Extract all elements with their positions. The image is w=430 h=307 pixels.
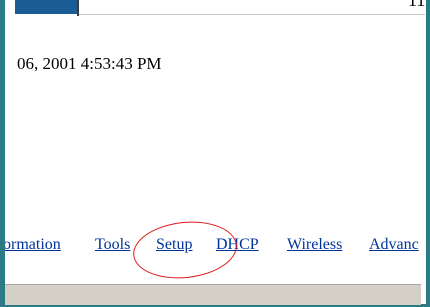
nav-dhcp-link[interactable]: DHCP bbox=[216, 236, 259, 254]
router-nav-menu: ormation Tools Setup DHCP Wireless Advan… bbox=[5, 236, 426, 260]
header-logo-block bbox=[15, 0, 77, 14]
nav-wireless-link[interactable]: Wireless bbox=[287, 236, 342, 254]
nav-setup-link[interactable]: Setup bbox=[156, 236, 192, 254]
current-datetime: 06, 2001 4:53:43 PM bbox=[17, 54, 162, 73]
header-corner-text: 11 bbox=[408, 0, 426, 10]
nav-information-link[interactable]: ormation bbox=[5, 236, 61, 254]
header-rule bbox=[79, 14, 425, 15]
browser-frame: 11 06, 2001 4:53:43 PM ormation Tools Se… bbox=[0, 0, 430, 307]
nav-tools-link[interactable]: Tools bbox=[95, 236, 130, 254]
nav-advanced-link[interactable]: Advanc bbox=[369, 236, 419, 254]
browser-status-bar bbox=[5, 284, 421, 305]
